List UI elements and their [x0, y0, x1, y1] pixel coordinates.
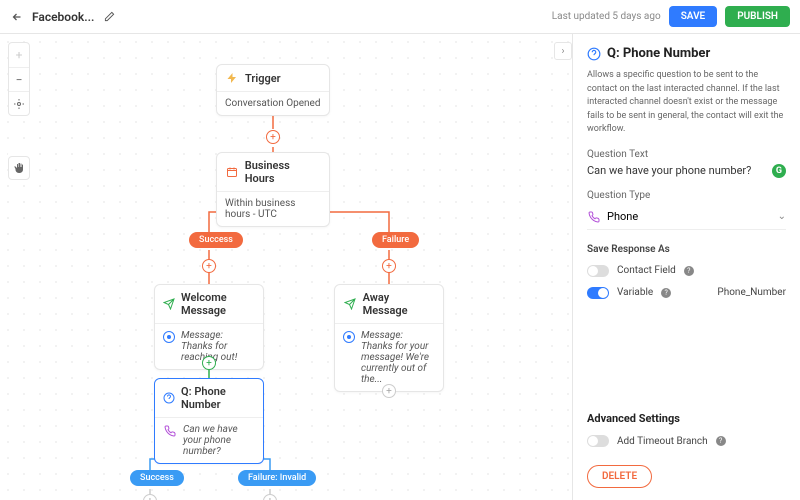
- question-type-label: Question Type: [587, 190, 786, 201]
- edit-icon[interactable]: [102, 10, 116, 24]
- hand-icon[interactable]: [8, 156, 30, 180]
- variable-name-input[interactable]: Phone_Number: [717, 287, 786, 298]
- q-failure-pill[interactable]: Failure: Invalid: [238, 470, 316, 486]
- trigger-node[interactable]: Trigger Conversation Opened: [216, 64, 330, 116]
- question-text-label: Question Text: [587, 149, 786, 160]
- success-pill[interactable]: Success: [189, 232, 243, 248]
- q-success-pill[interactable]: Success: [130, 470, 184, 486]
- panel-title: Q: Phone Number: [607, 46, 710, 61]
- send-icon: [163, 297, 175, 311]
- trigger-body: Conversation Opened: [217, 92, 329, 115]
- zoom-in-icon[interactable]: +: [9, 43, 29, 67]
- workflow-title: Facebook...: [32, 10, 94, 24]
- welcome-title: Welcome Message: [181, 291, 255, 317]
- bullet-icon: [343, 331, 355, 343]
- question-body: Can we have your phone number?: [183, 424, 255, 457]
- pan-tool-group: [8, 150, 30, 180]
- chevron-down-icon: ⌄: [778, 211, 786, 222]
- advanced-settings-label: Advanced Settings: [587, 412, 786, 425]
- help-icon[interactable]: ?: [684, 266, 694, 276]
- contact-field-label: Contact Field: [617, 265, 676, 276]
- trigger-title: Trigger: [245, 72, 281, 85]
- variable-label: Variable: [617, 287, 653, 298]
- phone-icon: [587, 210, 601, 224]
- variable-toggle[interactable]: [587, 287, 609, 299]
- business-hours-node[interactable]: Business Hours Within business hours - U…: [216, 152, 330, 227]
- properties-panel: Q: Phone Number Allows a specific questi…: [572, 34, 800, 500]
- zoom-out-icon[interactable]: −: [9, 67, 29, 91]
- topbar: Facebook... Last updated 5 days ago SAVE…: [0, 0, 800, 34]
- save-response-label: Save Response As: [587, 244, 786, 255]
- question-icon: [163, 391, 175, 405]
- msg-prefix: Message:: [361, 330, 403, 341]
- timeout-toggle[interactable]: [587, 435, 609, 447]
- add-step-icon[interactable]: +: [266, 130, 280, 144]
- hours-title: Business Hours: [245, 159, 321, 185]
- last-updated: Last updated 5 days ago: [552, 11, 661, 22]
- delete-button[interactable]: DELETE: [587, 465, 652, 488]
- failure-pill[interactable]: Failure: [372, 232, 419, 248]
- panel-description: Allows a specific question to be sent to…: [587, 69, 786, 137]
- question-text-input[interactable]: Can we have your phone number?: [587, 164, 772, 177]
- add-step-icon[interactable]: +: [382, 384, 396, 398]
- question-type-value: Phone: [607, 210, 772, 223]
- help-icon[interactable]: ?: [661, 288, 671, 298]
- away-message-node[interactable]: Away Message Message: Thanks for your me…: [334, 284, 444, 392]
- back-icon[interactable]: [10, 10, 24, 24]
- add-step-icon[interactable]: +: [143, 494, 157, 500]
- question-node[interactable]: Q: Phone Number Can we have your phone n…: [154, 378, 264, 464]
- calendar-icon: [225, 165, 239, 179]
- away-body: Thanks for your message! We're currently…: [361, 341, 429, 385]
- question-title: Q: Phone Number: [181, 385, 255, 411]
- add-step-icon[interactable]: +: [202, 259, 216, 273]
- grammarly-icon[interactable]: G: [772, 164, 786, 178]
- question-icon: [587, 47, 601, 61]
- add-step-icon[interactable]: +: [382, 259, 396, 273]
- publish-button[interactable]: PUBLISH: [725, 6, 790, 27]
- zoom-tools: + −: [8, 42, 30, 116]
- timeout-label: Add Timeout Branch: [617, 436, 708, 447]
- phone-icon: [163, 424, 177, 438]
- add-step-icon[interactable]: +: [263, 494, 277, 500]
- away-title: Away Message: [363, 291, 435, 317]
- bolt-icon: [225, 71, 239, 85]
- save-button[interactable]: SAVE: [669, 6, 718, 27]
- question-type-select[interactable]: Phone ⌄: [587, 205, 786, 230]
- hours-body: Within business hours - UTC: [217, 192, 329, 226]
- msg-prefix: Message:: [181, 330, 223, 341]
- bullet-icon: [163, 331, 175, 343]
- fit-icon[interactable]: [9, 91, 29, 115]
- contact-field-toggle[interactable]: [587, 265, 609, 277]
- add-step-icon[interactable]: +: [202, 356, 216, 370]
- help-icon[interactable]: ?: [716, 436, 726, 446]
- send-icon: [343, 297, 357, 311]
- collapse-panel-icon[interactable]: ›: [554, 42, 572, 60]
- workflow-canvas[interactable]: + − ›: [0, 34, 572, 500]
